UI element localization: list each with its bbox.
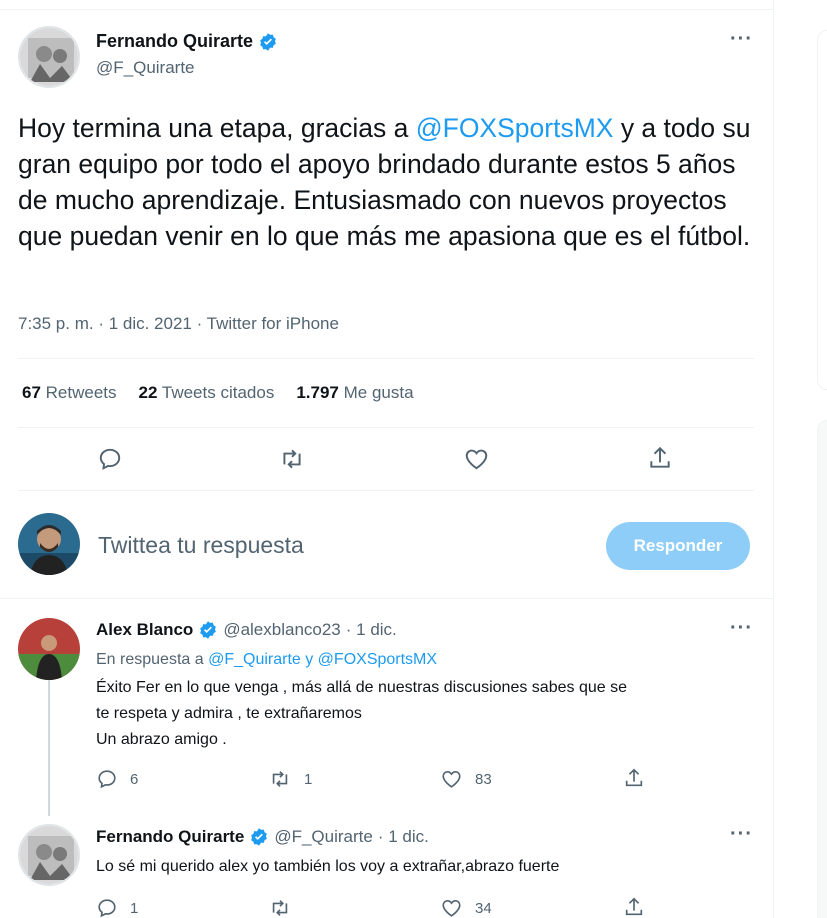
retweet-button[interactable] <box>278 446 306 472</box>
reply-icon <box>98 770 116 789</box>
tweet-stats: 67 Retweets 22 Tweets citados 1.797 Me g… <box>22 383 414 403</box>
tweet-text: Hoy termina una etapa, gracias a @FOXSpo… <box>18 113 751 251</box>
reply-icon <box>98 899 116 918</box>
like-count: 83 <box>475 770 492 788</box>
quotes-stat[interactable]: 22 Tweets citados <box>139 383 275 403</box>
in-reply-mentions[interactable]: @F_Quirarte y @FOXSportsMX <box>208 651 437 668</box>
verified-badge-icon <box>249 827 269 847</box>
reply-actions: 6 1 83 <box>96 768 656 792</box>
tweet-meta[interactable]: 7:35 p. m. · 1 dic. 2021 · Twitter for i… <box>18 314 339 334</box>
reply-button[interactable] <box>97 446 123 472</box>
reply-date[interactable]: · 1 dic. <box>378 827 429 847</box>
author-avatar[interactable] <box>18 26 80 88</box>
reply-button[interactable]: 6 <box>96 768 138 790</box>
more-icon[interactable]: ··· <box>730 28 753 51</box>
reply-line: Éxito Fer en lo que venga , más allá de … <box>96 679 627 696</box>
retweet-icon <box>272 771 288 787</box>
reply-date[interactable]: · 1 dic. <box>346 620 397 640</box>
more-icon[interactable]: ··· <box>730 823 753 846</box>
reply-author[interactable]: Fernando Quirarte @F_Quirarte · 1 dic. <box>96 827 429 847</box>
divider <box>0 598 774 599</box>
in-reply-to: En respuesta a @F_Quirarte y @FOXSportsM… <box>96 651 438 668</box>
like-button[interactable]: 34 <box>440 897 492 918</box>
reply-submit-button[interactable]: Responder <box>606 522 750 570</box>
reply-handle[interactable]: @F_Quirarte <box>274 827 373 847</box>
sidebar-trends-panel <box>817 420 827 918</box>
share-icon <box>625 768 643 787</box>
reply-text: Éxito Fer en lo que venga , más allá de … <box>96 675 627 753</box>
likes-stat[interactable]: 1.797 Me gusta <box>296 383 413 403</box>
reply-author[interactable]: Alex Blanco @alexblanco23 · 1 dic. <box>96 620 397 640</box>
verified-badge-icon <box>198 620 218 640</box>
reply-line: Un abrazo amigo . <box>96 731 227 748</box>
retweet-button[interactable]: 1 <box>268 768 312 790</box>
divider <box>18 490 754 491</box>
reply-handle[interactable]: @alexblanco23 <box>223 620 340 640</box>
reply-avatar[interactable] <box>18 824 80 886</box>
retweet-button[interactable] <box>268 897 292 918</box>
author-handle[interactable]: @F_Quirarte <box>96 58 195 78</box>
reply-actions: 1 34 <box>96 897 656 918</box>
reply-line: Lo sé mi querido alex yo también los voy… <box>96 858 560 875</box>
verified-badge-icon <box>258 32 278 52</box>
thread-line <box>48 680 50 816</box>
retweet-icon <box>272 900 288 916</box>
like-button[interactable]: 83 <box>440 768 492 790</box>
user-avatar[interactable] <box>18 513 80 575</box>
retweet-count: 1 <box>304 770 313 788</box>
like-icon <box>465 449 488 470</box>
sidebar-search-panel <box>817 30 827 390</box>
divider <box>18 427 754 428</box>
divider <box>18 358 754 359</box>
retweet-icon <box>283 449 301 469</box>
like-button[interactable] <box>463 446 490 472</box>
reply-icon <box>99 448 121 470</box>
reply-input[interactable]: Twittea tu respuesta <box>98 532 304 559</box>
share-button[interactable] <box>623 895 645 918</box>
like-icon <box>442 900 461 917</box>
reply-text: Lo sé mi querido alex yo también los voy… <box>96 854 559 880</box>
like-count: 34 <box>475 899 492 917</box>
top-divider <box>0 9 774 10</box>
tweet-actions <box>0 442 774 478</box>
mention-link[interactable]: @FOXSportsMX <box>416 113 614 143</box>
share-button[interactable] <box>623 766 645 790</box>
author-name[interactable]: Fernando Quirarte <box>96 31 278 52</box>
share-button[interactable] <box>647 444 673 472</box>
share-icon <box>650 446 670 468</box>
reply-avatar[interactable] <box>18 618 80 680</box>
reply-line: te respeta y admira , te extrañaremos <box>96 705 362 722</box>
more-icon[interactable]: ··· <box>730 617 753 640</box>
reply-count: 1 <box>130 899 139 917</box>
like-icon <box>442 771 461 788</box>
share-icon <box>625 897 643 916</box>
reply-button[interactable]: 1 <box>96 897 138 918</box>
retweets-stat[interactable]: 67 Retweets <box>22 383 117 403</box>
reply-count: 6 <box>130 770 139 788</box>
